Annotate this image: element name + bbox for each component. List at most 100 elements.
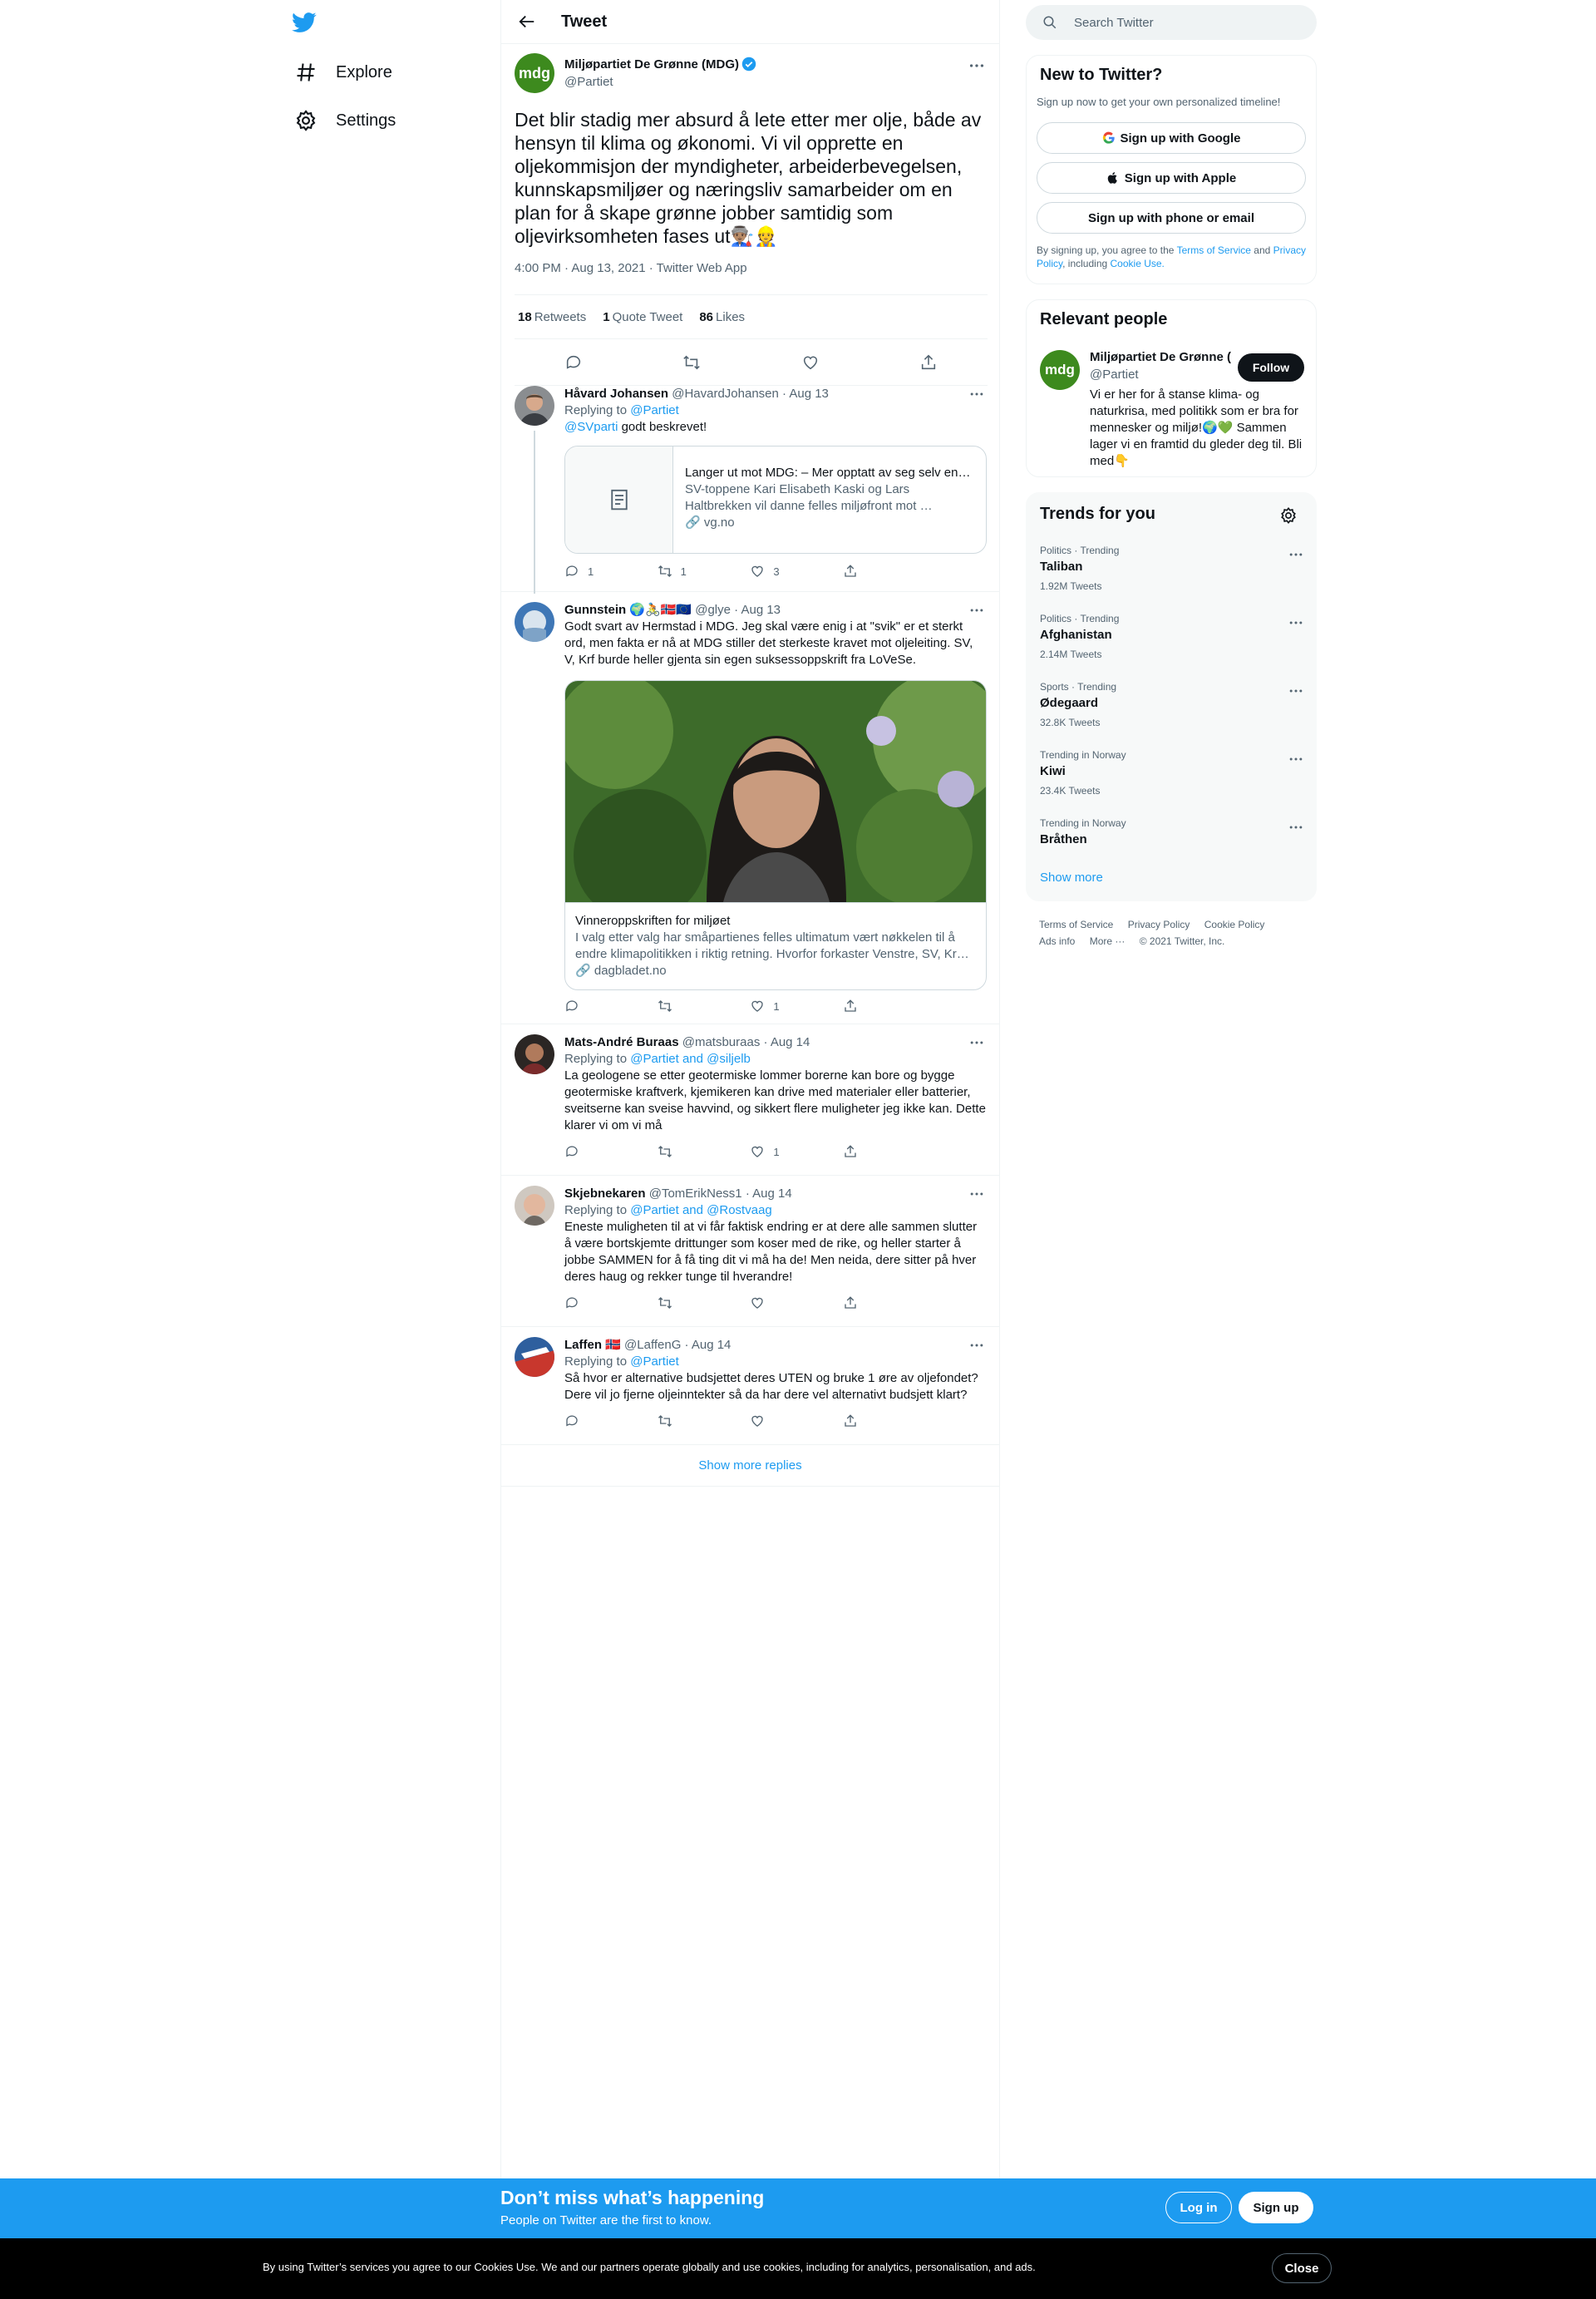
back-arrow-icon[interactable] (518, 12, 536, 31)
reply-button[interactable] (564, 1295, 639, 1310)
panel-subtitle: Sign up now to get your own personalized… (1037, 96, 1281, 108)
share-button[interactable] (843, 1413, 918, 1428)
search-input[interactable] (1074, 15, 1307, 30)
author-handle[interactable]: @Partiet (564, 75, 613, 89)
more-options-icon[interactable] (1288, 546, 1304, 563)
prompt-headline: Don’t miss what’s happening (500, 2187, 765, 2208)
search-bar[interactable] (1026, 5, 1317, 40)
link-preview-card[interactable]: Vinneroppskriften for miljøet I valg ett… (564, 680, 987, 990)
share-button[interactable] (843, 999, 918, 1014)
nav-item-settings[interactable]: Settings (286, 100, 404, 141)
reply-button[interactable] (564, 1413, 639, 1428)
retweet-button[interactable] (658, 999, 732, 1014)
nav-item-explore[interactable]: Explore (286, 52, 401, 93)
like-button[interactable] (750, 1413, 825, 1428)
replying-to: Replying to @Partiet and @Rostvaag (564, 1203, 772, 1217)
signup-legal-text: By signing up, you agree to the Terms of… (1037, 244, 1306, 269)
footer-link[interactable]: Terms of Service (1039, 916, 1113, 933)
author-name-row[interactable]: Miljøpartiet De Grønne (MDG) (564, 57, 756, 72)
trend-item[interactable]: Trending in Norway Kiwi 23.4K Tweets (1040, 749, 1304, 817)
twitter-bird-icon[interactable] (289, 10, 319, 35)
more-options-icon[interactable] (968, 1034, 987, 1053)
log-in-button[interactable]: Log in (1165, 2192, 1232, 2223)
terms-link[interactable]: Terms of Service (1177, 244, 1251, 256)
retweet-icon[interactable] (682, 353, 701, 372)
cookie-use-link[interactable]: Cookie Use. (1111, 258, 1165, 269)
more-options-icon[interactable] (968, 602, 987, 620)
signup-phone-email-button[interactable]: Sign up with phone or email (1037, 202, 1306, 234)
follow-button[interactable]: Follow (1238, 353, 1304, 382)
more-options-icon[interactable] (1288, 614, 1304, 631)
copyright: © 2021 Twitter, Inc. (1139, 935, 1225, 947)
share-button[interactable] (843, 564, 918, 579)
close-button[interactable]: Close (1272, 2253, 1332, 2283)
trend-item[interactable]: Politics · Trending Taliban 1.92M Tweets (1040, 545, 1304, 613)
more-options-icon[interactable] (968, 57, 986, 75)
sign-up-button[interactable]: Sign up (1239, 2192, 1313, 2223)
page-title: Tweet (561, 12, 608, 31)
reply-tweet[interactable]: Laffen 🇳🇴 @LaffenG · Aug 14 Replying to … (501, 1327, 999, 1445)
footer-link[interactable]: Privacy Policy (1128, 916, 1190, 933)
retweet-button[interactable] (658, 1144, 732, 1159)
share-button[interactable] (843, 1144, 918, 1159)
replying-to-link[interactable]: @Partiet and @siljelb (630, 1052, 751, 1066)
avatar[interactable]: mdg (1040, 350, 1080, 390)
reply-button[interactable] (564, 999, 639, 1014)
reply-tweet[interactable]: Håvard Johansen @HavardJohansen · Aug 13… (501, 376, 999, 594)
like-button[interactable]: 1 (750, 999, 825, 1014)
reply-button[interactable] (564, 1144, 639, 1159)
more-options-icon[interactable] (968, 1337, 987, 1355)
quote-tweets-stat[interactable]: 1 Quote Tweet (603, 310, 682, 324)
more-options-icon[interactable] (1288, 819, 1304, 836)
relevant-person-handle[interactable]: @Partiet (1090, 368, 1139, 382)
card-title: Langer ut mot MDG: – Mer opptatt av seg … (685, 466, 974, 480)
more-options-icon[interactable] (968, 1186, 987, 1204)
replying-to-link[interactable]: @Partiet (630, 1354, 679, 1369)
more-options-icon[interactable] (1288, 751, 1304, 767)
share-button[interactable] (843, 1295, 918, 1310)
like-icon[interactable] (801, 353, 820, 372)
replying-to-link[interactable]: @Partiet (630, 403, 679, 417)
retweet-button[interactable] (658, 1413, 732, 1428)
avatar[interactable] (515, 386, 554, 426)
reply-icon[interactable] (564, 353, 583, 372)
signup-prompt-bar: Don’t miss what’s happening People on Tw… (0, 2178, 1596, 2238)
retweet-button[interactable] (658, 1295, 732, 1310)
avatar[interactable] (515, 1034, 554, 1074)
tweet-timestamp[interactable]: 4:00 PM · Aug 13, 2021 · Twitter Web App (515, 261, 747, 275)
avatar[interactable] (515, 1186, 554, 1226)
avatar[interactable] (515, 1337, 554, 1377)
focal-tweet: mdg Miljøpartiet De Grønne (MDG) @Partie… (515, 53, 988, 386)
link-preview-card[interactable]: Langer ut mot MDG: – Mer opptatt av seg … (564, 446, 987, 554)
trend-item[interactable]: Politics · Trending Afghanistan 2.14M Tw… (1040, 613, 1304, 681)
relevant-person-name[interactable]: Miljøpartiet De Grønne (MDG) (1090, 350, 1231, 364)
more-options-icon[interactable] (1288, 683, 1304, 699)
likes-stat[interactable]: 86 Likes (699, 310, 745, 324)
share-icon[interactable] (919, 353, 938, 372)
trend-item[interactable]: Trending in Norway Bråthen (1040, 817, 1304, 864)
reply-button[interactable]: 1 (564, 564, 639, 579)
trend-item[interactable]: Sports · Trending Ødegaard 32.8K Tweets (1040, 681, 1304, 749)
like-button[interactable] (750, 1295, 825, 1310)
retweet-button[interactable]: 1 (658, 564, 732, 579)
retweets-stat[interactable]: 18 Retweets (518, 310, 586, 324)
gear-icon[interactable] (1279, 506, 1298, 525)
reply-tweet[interactable]: Mats-André Buraas @matsburaas · Aug 14 R… (501, 1024, 999, 1176)
avatar[interactable]: mdg (515, 53, 554, 93)
show-more-trends-link[interactable]: Show more (1040, 871, 1103, 885)
signup-google-button[interactable]: Sign up with Google (1037, 122, 1306, 154)
signup-apple-button[interactable]: Sign up with Apple (1037, 162, 1306, 194)
footer-link[interactable]: Cookie Policy (1204, 916, 1265, 933)
mention-link[interactable]: @SVparti (564, 420, 618, 434)
more-options-icon[interactable] (968, 386, 987, 404)
reply-tweet[interactable]: Gunnstein 🌍🚴🇳🇴🇪🇺 @glye · Aug 13 Godt sva… (501, 592, 999, 1024)
replying-to-link[interactable]: @Partiet and @Rostvaag (630, 1203, 772, 1217)
footer-link[interactable]: Ads info (1039, 933, 1075, 950)
like-button[interactable]: 1 (750, 1144, 825, 1159)
show-more-replies-button[interactable]: Show more replies (501, 1445, 999, 1487)
avatar[interactable] (515, 602, 554, 642)
panel-title: Trends for you (1040, 505, 1155, 523)
footer-link[interactable]: More ··· (1090, 933, 1126, 950)
like-button[interactable]: 3 (750, 564, 825, 579)
reply-tweet[interactable]: Skjebnekaren @TomErikNess1 · Aug 14 Repl… (501, 1176, 999, 1327)
